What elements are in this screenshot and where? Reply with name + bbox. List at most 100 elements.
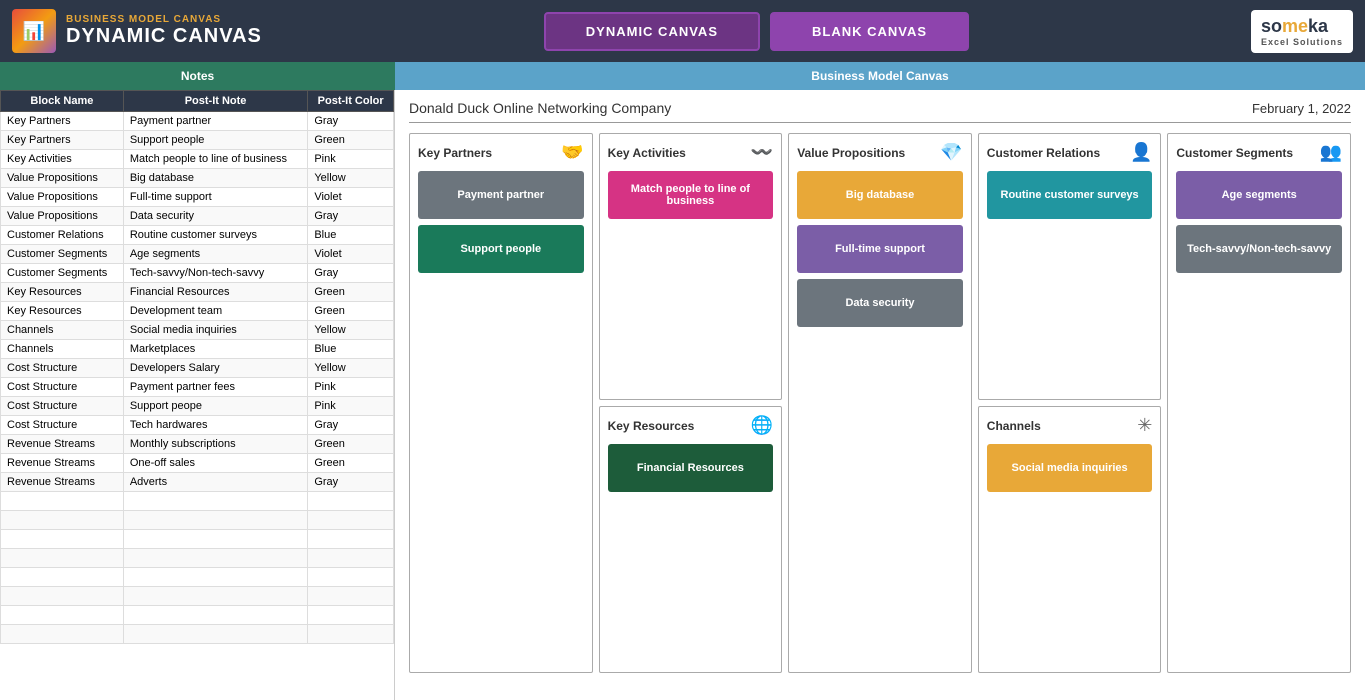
cell-color: Green [308,131,394,150]
cell-color: Gray [308,416,394,435]
table-row: Customer SegmentsAge segmentsViolet [1,245,394,264]
table-row: Revenue StreamsAdvertsGray [1,473,394,492]
cell-empty [1,511,124,530]
header-subtitle: BUSINESS MODEL CANVAS [66,14,262,25]
cell-block-name: Cost Structure [1,378,124,397]
block-customer-segments: Customer Segments 👥 Age segments Tech-sa… [1167,133,1351,673]
cell-note: Developers Salary [123,359,308,378]
cell-note: Full-time support [123,188,308,207]
cell-block-name: Value Propositions [1,188,124,207]
cell-block-name: Key Activities [1,150,124,169]
cell-color: Pink [308,397,394,416]
notes-section-label: Notes [0,62,395,90]
cell-color: Pink [308,150,394,169]
card-support-people: Support people [418,225,584,273]
card-payment-partner: Payment partner [418,171,584,219]
cell-color: Blue [308,340,394,359]
cell-note: Payment partner fees [123,378,308,397]
cell-empty [1,606,124,625]
cell-block-name: Key Partners [1,131,124,150]
table-row: Cost StructurePayment partner feesPink [1,378,394,397]
cell-block-name: Channels [1,321,124,340]
header-title: DYNAMIC CANVAS [66,25,262,48]
cell-note: Data security [123,207,308,226]
table-row-empty [1,606,394,625]
cell-empty [308,606,394,625]
dynamic-canvas-btn[interactable]: DYNAMIC CANVAS [544,12,760,51]
card-fulltime-support: Full-time support [797,225,963,273]
cell-color: Green [308,454,394,473]
key-partners-icon: 🤝 [561,142,583,163]
cell-empty [123,511,308,530]
cell-note: Routine customer surveys [123,226,308,245]
col-post-it-note: Post-It Note [123,91,308,112]
cell-note: Marketplaces [123,340,308,359]
cell-empty [1,492,124,511]
cell-empty [123,625,308,644]
table-row: Cost StructureTech hardwaresGray [1,416,394,435]
canvas-header: Donald Duck Online Networking Company Fe… [409,100,1351,123]
header-nav: DYNAMIC CANVAS BLANK CANVAS [262,12,1251,51]
block-channels-title: Channels [987,419,1041,433]
cell-note: Support people [123,131,308,150]
cell-color: Violet [308,245,394,264]
table-row: Value PropositionsFull-time supportViole… [1,188,394,207]
cell-empty [123,492,308,511]
table-row: Revenue StreamsMonthly subscriptionsGree… [1,435,394,454]
kr-icon: 🌐 [751,415,773,436]
table-row-empty [1,492,394,511]
table-row: Cost StructureSupport peopePink [1,397,394,416]
cell-note: Big database [123,169,308,188]
cell-empty [1,625,124,644]
block-vp-title: Value Propositions [797,146,905,160]
cell-empty [1,530,124,549]
col-block-name: Block Name [1,91,124,112]
cell-color: Gray [308,473,394,492]
vp-icon: 💎 [940,142,962,163]
cell-block-name: Customer Segments [1,264,124,283]
card-financial-resources: Financial Resources [608,444,774,492]
cell-empty [308,568,394,587]
block-cs-title: Customer Segments [1176,146,1293,160]
cr-icon: 👤 [1130,142,1152,163]
canvas-company: Donald Duck Online Networking Company [409,100,671,116]
table-row-empty [1,530,394,549]
cell-note: Monthly subscriptions [123,435,308,454]
table-row: Key PartnersSupport peopleGreen [1,131,394,150]
cell-note: Tech hardwares [123,416,308,435]
card-match-people: Match people to line of business [608,171,774,219]
cell-note: Match people to line of business [123,150,308,169]
card-social-media: Social media inquiries [987,444,1153,492]
block-kr-header: Key Resources 🌐 [608,415,774,436]
cell-block-name: Value Propositions [1,169,124,188]
cell-block-name: Revenue Streams [1,473,124,492]
cell-block-name: Key Resources [1,302,124,321]
cell-note: Adverts [123,473,308,492]
cell-block-name: Revenue Streams [1,435,124,454]
cell-empty [123,568,308,587]
table-row: Value PropositionsBig databaseYellow [1,169,394,188]
block-customer-relations: Customer Relations 👤 Routine customer su… [978,133,1162,400]
cell-note: Tech-savvy/Non-tech-savvy [123,264,308,283]
table-row: Cost StructureDevelopers SalaryYellow [1,359,394,378]
card-routine-surveys: Routine customer surveys [987,171,1153,219]
blank-canvas-btn[interactable]: BLANK CANVAS [770,12,969,51]
cell-block-name: Value Propositions [1,207,124,226]
cell-empty [123,549,308,568]
cell-color: Gray [308,207,394,226]
main-container: Block Name Post-It Note Post-It Color Ke… [0,90,1365,700]
cell-empty [123,606,308,625]
cell-block-name: Channels [1,340,124,359]
table-row-empty [1,511,394,530]
table-row: ChannelsSocial media inquiriesYellow [1,321,394,340]
cell-color: Green [308,283,394,302]
cell-empty [308,587,394,606]
cell-empty [123,530,308,549]
cell-empty [1,549,124,568]
block-channels-header: Channels ✳ [987,415,1153,436]
table-row: Key PartnersPayment partnerGray [1,112,394,131]
cell-block-name: Customer Relations [1,226,124,245]
card-age-segments: Age segments [1176,171,1342,219]
cell-block-name: Revenue Streams [1,454,124,473]
table-row: Value PropositionsData securityGray [1,207,394,226]
